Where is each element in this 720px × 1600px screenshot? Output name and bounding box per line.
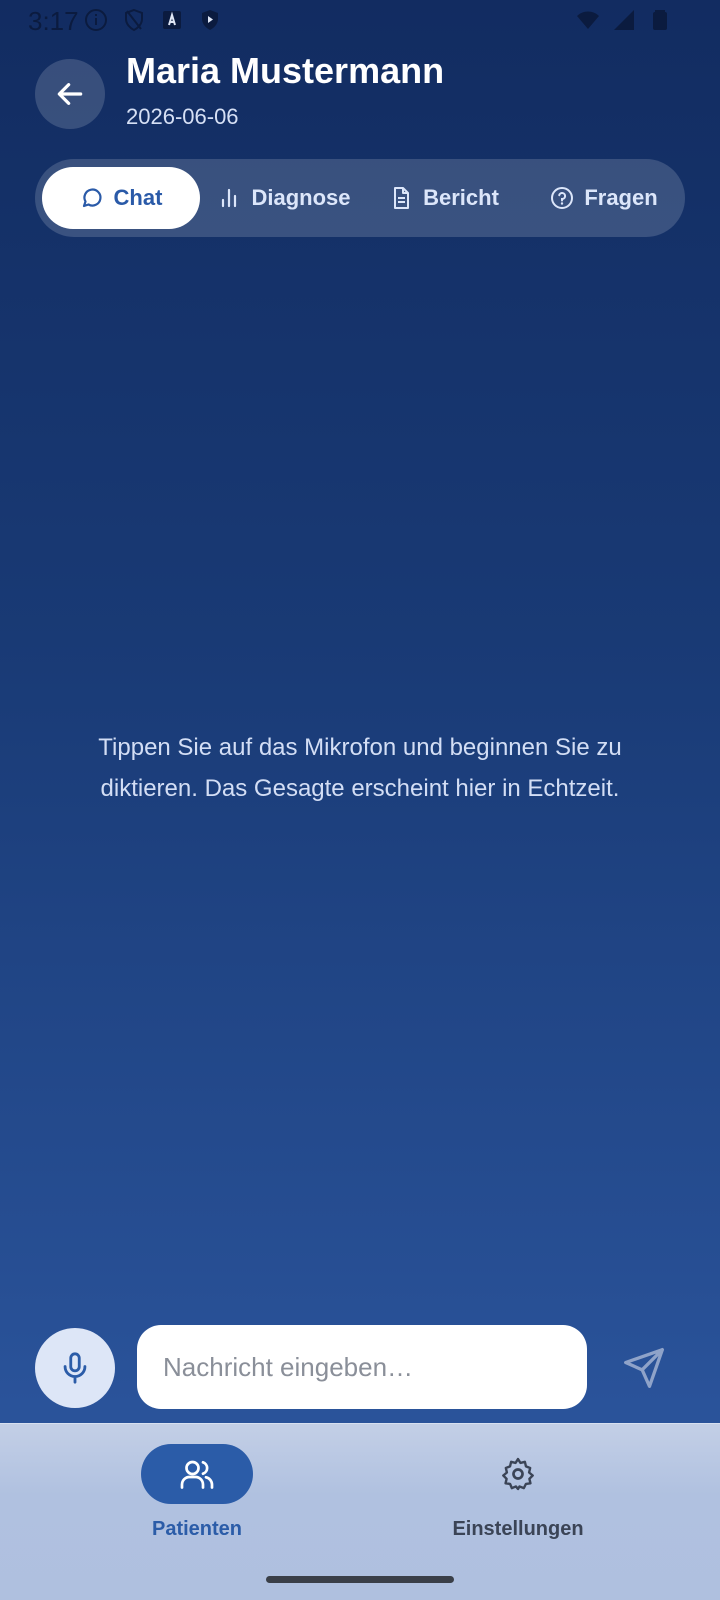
app-screen: 3:17 Maria Mustermann 2026-06-06 Chat Di… xyxy=(0,0,720,1600)
tab-bar: Chat Diagnose Bericht Fragen xyxy=(35,159,685,237)
send-icon xyxy=(624,1348,664,1388)
info-icon xyxy=(85,9,107,31)
tab-diagnose-label: Diagnose xyxy=(251,185,351,210)
chat-empty-hint: Tippen Sie auf das Mikrofon und beginnen… xyxy=(98,734,622,802)
tab-fragen[interactable]: Fragen xyxy=(530,167,678,229)
bottom-navigation: Patienten Einstellungen xyxy=(0,1423,720,1600)
nav-einstellungen[interactable]: Einstellungen xyxy=(440,1444,596,1541)
send-button[interactable] xyxy=(618,1342,670,1394)
tab-bericht[interactable]: Bericht xyxy=(370,167,518,229)
status-bar: 3:17 xyxy=(0,0,720,40)
shield-play-icon xyxy=(202,10,218,30)
back-button[interactable] xyxy=(35,59,105,129)
tab-fragen-label: Fragen xyxy=(584,185,658,210)
users-icon xyxy=(180,1460,214,1489)
tab-chat[interactable]: Chat xyxy=(42,167,200,229)
battery-icon xyxy=(653,10,667,30)
tab-chat-label: Chat xyxy=(113,185,163,210)
nav-patienten-pill xyxy=(141,1444,253,1504)
nav-einstellungen-pill xyxy=(462,1444,574,1504)
home-indicator[interactable] xyxy=(266,1576,454,1583)
chat-bubble-icon xyxy=(82,188,102,208)
nav-patienten[interactable]: Patienten xyxy=(141,1444,253,1541)
shield-off-icon xyxy=(125,8,143,32)
status-time: 3:17 xyxy=(28,6,79,36)
microphone-button[interactable] xyxy=(35,1328,115,1408)
gear-icon xyxy=(502,1457,534,1491)
microphone-icon xyxy=(63,1352,87,1384)
status-icons-right xyxy=(576,8,672,32)
cell-signal-icon xyxy=(614,10,634,30)
document-icon xyxy=(394,187,410,209)
message-input[interactable] xyxy=(137,1325,587,1409)
status-icons-left xyxy=(84,8,222,32)
arrow-left-icon xyxy=(57,83,83,105)
session-date: 2026-06-06 xyxy=(126,104,239,129)
tab-diagnose[interactable]: Diagnose xyxy=(210,167,358,229)
bar-chart-icon xyxy=(222,188,237,208)
tab-bericht-label: Bericht xyxy=(423,185,499,210)
patient-name: Maria Mustermann xyxy=(126,50,445,91)
font-icon xyxy=(163,11,181,29)
wifi-icon xyxy=(577,11,599,29)
nav-patienten-label: Patienten xyxy=(151,1518,243,1540)
question-circle-icon xyxy=(551,187,574,209)
nav-einstellungen-label: Einstellungen xyxy=(452,1518,584,1540)
